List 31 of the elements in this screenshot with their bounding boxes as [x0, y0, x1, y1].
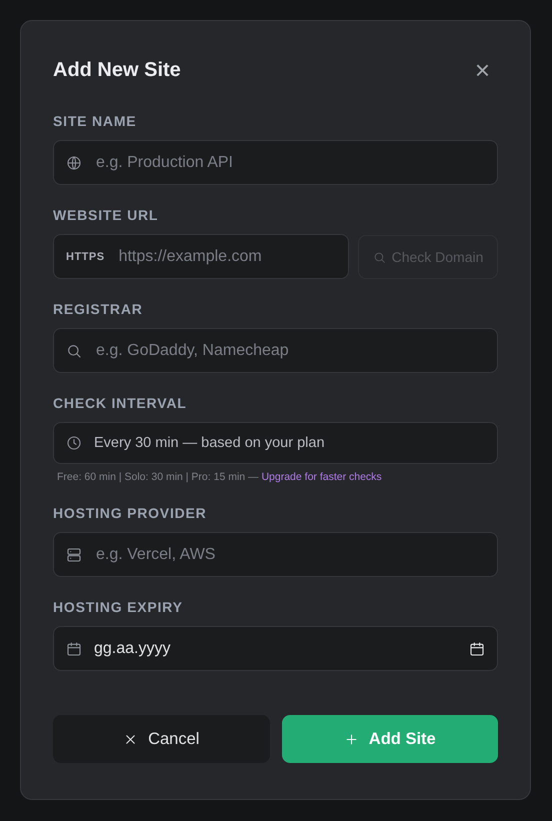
cancel-button[interactable]: Cancel: [53, 715, 270, 763]
field-label: REGISTRAR: [53, 301, 144, 317]
calendar-icon: [66, 640, 82, 656]
url-input[interactable]: https://example.com: [116, 246, 336, 266]
text-field[interactable]: e.g. GoDaddy, Namecheap: [53, 328, 498, 373]
interval-text: Every 30 min — based on your plan: [94, 435, 325, 451]
server-icon: [66, 546, 82, 562]
field-label: HOSTING EXPIRY: [53, 599, 184, 615]
text-field[interactable]: e.g. Vercel, AWS: [53, 532, 498, 577]
date-field[interactable]: gg.aa.yyyy: [53, 626, 498, 671]
input-field[interactable]: e.g. GoDaddy, Namecheap: [94, 340, 485, 360]
search-icon: [372, 250, 386, 264]
close-button[interactable]: ×: [466, 57, 498, 83]
input-field[interactable]: e.g. Vercel, AWS: [94, 544, 485, 564]
input-field[interactable]: e.g. Production API: [94, 152, 485, 172]
globe-icon: [66, 154, 82, 170]
field-label: CHECK INTERVAL: [53, 395, 188, 411]
upgrade-link[interactable]: Upgrade for faster checks: [261, 471, 382, 483]
url-field[interactable]: HTTPS https://example.com: [53, 234, 349, 279]
plus-icon: [344, 732, 359, 746]
clock-icon: [66, 435, 82, 451]
protocol-label: HTTPS: [66, 250, 105, 262]
search-icon: [66, 342, 82, 358]
field-label: HOSTING PROVIDER: [53, 505, 208, 521]
calendar-picker-icon[interactable]: [469, 640, 485, 656]
text-field[interactable]: e.g. Production API: [53, 140, 498, 185]
field-label: WEBSITE URL: [53, 207, 160, 223]
plan-hint: Free: 60 min | Solo: 30 min | Pro: 15 min — Upgrade for faster checks: [57, 471, 383, 483]
date-text: gg.aa.yyyy: [94, 640, 172, 658]
dialog-title: Add New Site: [53, 58, 181, 82]
field-label: SITE NAME: [53, 113, 138, 129]
